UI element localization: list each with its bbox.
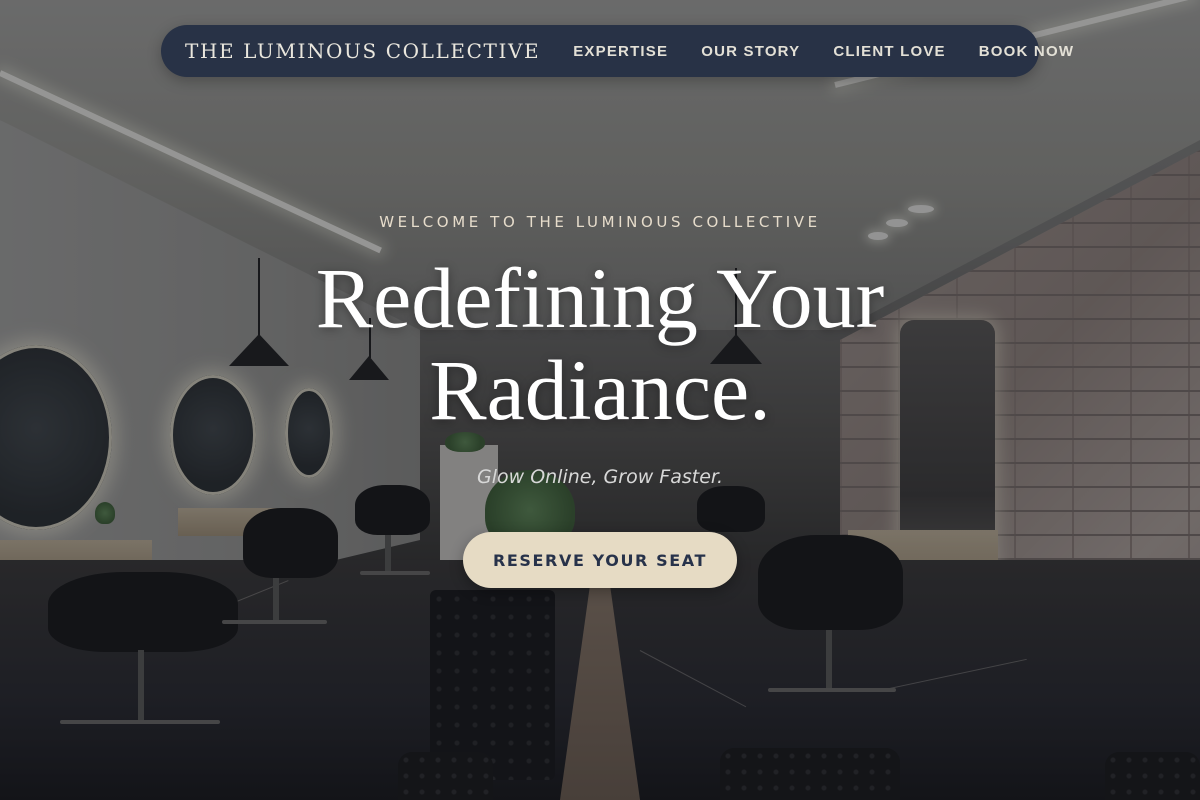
- hero-eyebrow: WELCOME TO THE LUMINOUS COLLECTIVE: [379, 213, 821, 231]
- hero-section: WELCOME TO THE LUMINOUS COLLECTIVE Redef…: [0, 0, 1200, 800]
- hero-headline: Redefining Your Radiance.: [200, 252, 1000, 436]
- hero-headline-line-2: Radiance.: [429, 342, 771, 438]
- hero-headline-line-1: Redefining Your: [315, 250, 885, 346]
- hero-tagline: Glow Online, Grow Faster.: [476, 466, 724, 488]
- reserve-seat-button[interactable]: RESERVE YOUR SEAT: [463, 532, 737, 588]
